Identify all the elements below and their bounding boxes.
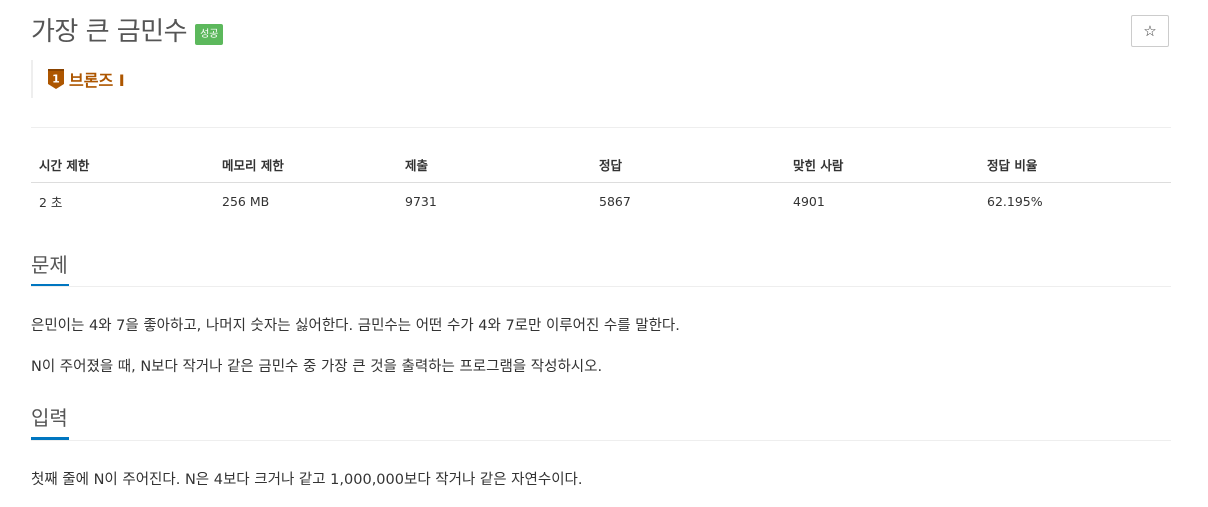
input-heading: 입력	[31, 405, 69, 440]
value-accepted[interactable]: 5867	[591, 183, 785, 220]
header-time-limit: 시간 제한	[31, 147, 214, 183]
header-memory-limit: 메모리 제한	[214, 147, 397, 183]
problem-info-table: 시간 제한 메모리 제한 제출 정답 맞힌 사람 정답 비율 2 초 256 M…	[31, 147, 1171, 219]
header-divider	[31, 127, 1171, 128]
result-badge: 성공	[195, 23, 224, 45]
info-table-header-row: 시간 제한 메모리 제한 제출 정답 맞힌 사람 정답 비율	[31, 147, 1171, 183]
favorite-star-button[interactable]: ☆	[1131, 15, 1169, 47]
header-accepted: 정답	[591, 147, 785, 183]
problem-page: 가장 큰 금민수 성공 ☆ 1 브론즈 I 시간 제한 메모리 제한 제출 정답…	[0, 0, 1208, 507]
header-solved-users: 맞힌 사람	[785, 147, 979, 183]
description-divider	[31, 286, 1171, 287]
bronze-tier-1-icon: 1	[48, 69, 64, 89]
input-divider	[31, 440, 1171, 441]
input-heading-text: 입력	[31, 406, 68, 430]
tier-label[interactable]: 브론즈 I	[69, 67, 125, 91]
input-paragraph-1: 첫째 줄에 N이 주어진다. N은 4보다 크거나 같고 1,000,000보다…	[31, 472, 583, 488]
value-submissions[interactable]: 9731	[397, 183, 591, 220]
description-heading: 문제	[31, 252, 69, 287]
value-solved-users[interactable]: 4901	[785, 183, 979, 220]
star-outline-icon: ☆	[1143, 22, 1157, 40]
info-table-row: 2 초 256 MB 9731 5867 4901 62.195%	[31, 183, 1171, 220]
header-submissions: 제출	[397, 147, 591, 183]
description-paragraph-1: 은민이는 4와 7을 좋아하고, 나머지 숫자는 싫어한다. 금민수는 어떤 수…	[31, 318, 680, 334]
description-heading-text: 문제	[31, 253, 68, 277]
header-accept-ratio: 정답 비율	[979, 147, 1171, 183]
svg-text:1: 1	[52, 73, 60, 86]
tier-block: 1 브론즈 I	[31, 60, 125, 98]
value-memory-limit: 256 MB	[222, 193, 270, 209]
problem-title: 가장 큰 금민수	[31, 17, 188, 47]
value-accept-ratio: 62.195%	[987, 193, 1043, 209]
value-time-limit: 2 초	[39, 194, 63, 210]
title-row: 가장 큰 금민수 성공	[31, 14, 224, 50]
description-paragraph-2: N이 주어졌을 때, N보다 작거나 같은 금민수 중 가장 큰 것을 출력하는…	[31, 359, 603, 375]
